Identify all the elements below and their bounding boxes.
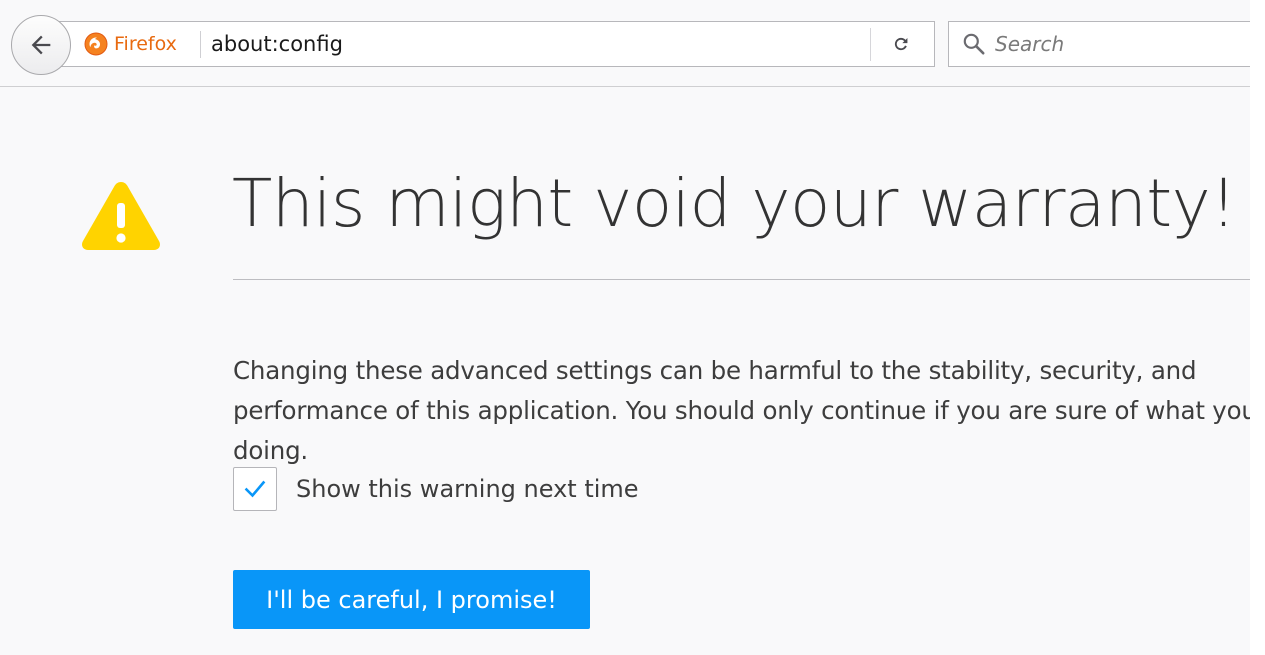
identity-label: Firefox bbox=[114, 33, 177, 55]
about-config-warning-page: This might void your warranty! Changing … bbox=[0, 87, 1250, 655]
show-warning-checkbox[interactable] bbox=[233, 467, 277, 511]
checkmark-icon bbox=[244, 480, 266, 498]
title-divider bbox=[233, 279, 1250, 280]
reload-separator bbox=[870, 28, 871, 61]
back-button[interactable] bbox=[11, 15, 71, 75]
search-input[interactable] bbox=[995, 32, 1235, 56]
reload-icon bbox=[894, 37, 908, 51]
back-arrow-icon bbox=[31, 35, 51, 55]
firefox-logo-icon bbox=[84, 32, 108, 56]
warning-icon bbox=[82, 182, 160, 250]
show-warning-label[interactable]: Show this warning next time bbox=[296, 475, 639, 503]
search-bar[interactable] bbox=[948, 21, 1250, 67]
url-text[interactable]: about:config bbox=[211, 22, 343, 66]
identity-separator bbox=[200, 31, 201, 58]
browser-window: Firefox about:config This might bbox=[0, 0, 1250, 655]
url-bar[interactable]: Firefox about:config bbox=[55, 21, 935, 67]
identity-box[interactable]: Firefox bbox=[84, 22, 177, 66]
show-warning-row: Show this warning next time bbox=[233, 467, 639, 511]
warning-description: Changing these advanced settings can be … bbox=[233, 356, 1250, 465]
navigation-toolbar: Firefox about:config bbox=[0, 0, 1250, 87]
page-title: This might void your warranty! bbox=[232, 165, 1237, 242]
reload-button[interactable] bbox=[881, 22, 921, 66]
search-icon bbox=[963, 33, 985, 55]
accept-risk-button[interactable]: I'll be careful, I promise! bbox=[233, 570, 590, 629]
